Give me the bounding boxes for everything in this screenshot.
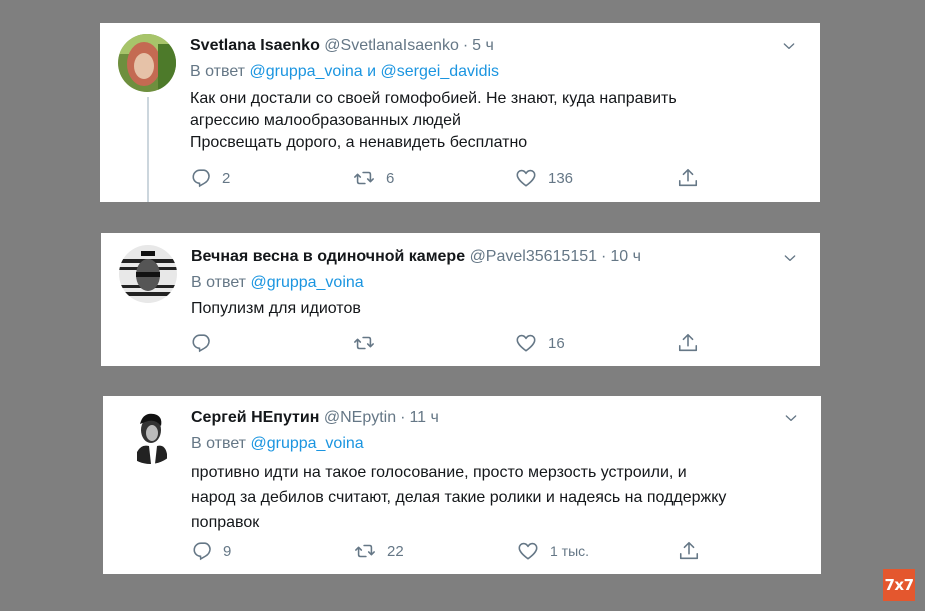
avatar-image — [118, 34, 176, 92]
reply-button[interactable]: 9 — [191, 540, 231, 562]
share-button[interactable] — [677, 332, 699, 354]
reply-context: В ответ @gruppa_voina и @sergei_davidis — [190, 63, 499, 81]
timestamp[interactable]: 10 ч — [610, 248, 641, 265]
display-name[interactable]: Сергей НЕпутин — [191, 409, 319, 426]
avatar-image — [119, 245, 177, 303]
tweet-card[interactable]: Svetlana Isaenko @SvetlanaIsaenko · 5 ч В … — [100, 23, 820, 202]
reply-count: 2 — [222, 169, 231, 187]
avatar[interactable] — [118, 34, 176, 92]
like-count: 136 — [548, 169, 574, 187]
tweet-text-line: противно идти на такое голосование, прос… — [191, 464, 687, 481]
tweet-text-line: Просвещать дорого, а ненавидеть бесплатн… — [190, 134, 528, 151]
like-count: 1 тыс. — [550, 543, 590, 559]
mention-conjunction: и — [367, 63, 377, 80]
mention-link[interactable]: @gruppa_voina — [249, 63, 362, 80]
tweet-text-line: Популизм для идиотов — [191, 300, 361, 317]
tweet-header: Вечная весна в одиночной камере @Pavel35… — [191, 248, 641, 266]
tweet-text: Как они достали со своей гомофобией. Не … — [190, 88, 677, 154]
username[interactable]: @Pavel35615151 — [470, 248, 597, 265]
like-button[interactable]: 136 — [514, 167, 573, 189]
share-button[interactable] — [678, 540, 700, 562]
tweet-header: Сергей НЕпутин @NEpytin · 11 ч — [191, 409, 439, 427]
thread-line — [147, 97, 149, 202]
share-icon — [678, 540, 700, 562]
reply-prefix: В ответ — [191, 435, 247, 452]
reply-button[interactable] — [190, 332, 222, 354]
like-count: 16 — [548, 334, 565, 352]
retweet-button[interactable] — [352, 332, 386, 354]
username[interactable]: @NEpytin — [324, 409, 396, 426]
display-name[interactable]: Вечная весна в одиночной камере — [191, 248, 465, 265]
tweet-card[interactable]: Сергей НЕпутин @NEpytin · 11 ч В ответ @gr… — [103, 396, 821, 574]
retweet-icon — [353, 540, 377, 562]
share-icon — [677, 167, 699, 189]
tweet-text-line: поправок — [191, 514, 260, 531]
reply-prefix: В ответ — [191, 274, 247, 291]
retweet-button[interactable]: 6 — [352, 167, 394, 189]
separator: · — [462, 37, 469, 54]
retweet-icon — [352, 332, 376, 354]
reply-icon — [190, 167, 212, 189]
retweet-count: 22 — [387, 542, 404, 560]
tweet-text-line: агрессию малообразованных людей — [190, 112, 461, 129]
watermark-logo: 7x7 — [883, 569, 915, 601]
separator: · — [400, 409, 406, 426]
reply-context: В ответ @gruppa_voina — [191, 435, 364, 453]
retweet-button[interactable]: 22 — [353, 540, 404, 562]
retweet-count: 6 — [386, 169, 395, 187]
mention-link[interactable]: @sergei_davidis — [381, 63, 500, 80]
mention-link[interactable]: @gruppa_voina — [250, 274, 363, 291]
tweet-text-line: народ за дебилов считают, делая такие ро… — [191, 489, 727, 506]
reply-icon — [190, 332, 212, 354]
share-icon — [677, 332, 699, 354]
reply-context: В ответ @gruppa_voina — [191, 274, 364, 292]
timestamp[interactable]: 11 ч — [409, 409, 438, 426]
chevron-down-icon[interactable] — [781, 38, 797, 54]
like-icon — [514, 167, 538, 189]
like-icon — [514, 332, 538, 354]
tweet-card[interactable]: Вечная весна в одиночной камере @Pavel35… — [101, 233, 820, 366]
like-button[interactable]: 16 — [514, 332, 565, 354]
tweet-header: Svetlana Isaenko @SvetlanaIsaenko · 5 ч — [190, 37, 494, 55]
tweet-text: противно идти на такое голосование, прос… — [191, 460, 726, 535]
tweet-text: Популизм для идиотов — [191, 298, 361, 320]
reply-count: 9 — [223, 542, 232, 560]
timestamp[interactable]: 5 ч — [472, 37, 494, 54]
chevron-down-icon[interactable] — [782, 250, 798, 266]
display-name[interactable]: Svetlana Isaenko — [190, 37, 320, 54]
reply-button[interactable]: 2 — [190, 167, 230, 189]
chevron-down-icon[interactable] — [783, 410, 799, 426]
avatar[interactable] — [121, 406, 179, 464]
share-button[interactable] — [677, 167, 699, 189]
avatar-image — [121, 406, 179, 464]
mention-link[interactable]: @gruppa_voina — [250, 435, 363, 452]
separator: · — [601, 248, 607, 265]
tweet-text-line: Как они достали со своей гомофобией. Не … — [190, 90, 677, 107]
retweet-icon — [352, 167, 376, 189]
like-button[interactable]: 1 тыс. — [516, 540, 589, 562]
reply-prefix: В ответ — [190, 63, 246, 80]
like-icon — [516, 540, 540, 562]
avatar[interactable] — [119, 245, 177, 303]
username[interactable]: @SvetlanaIsaenko — [324, 37, 459, 54]
reply-icon — [191, 540, 213, 562]
